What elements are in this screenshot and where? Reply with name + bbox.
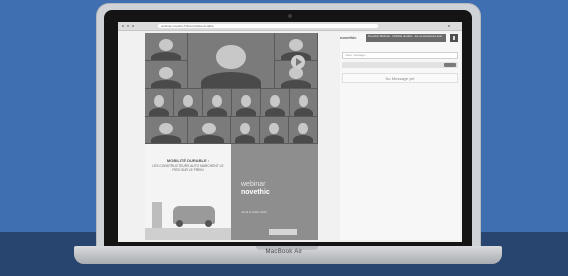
video-tile	[174, 89, 202, 116]
chat-toolbar	[342, 62, 458, 68]
video-tile	[188, 33, 274, 88]
reload-icon[interactable]	[132, 25, 134, 27]
laptop-screen: webinar.novethic.fr/live/mobilite-durabl…	[118, 22, 462, 242]
brand-word-novethic: novethic	[241, 189, 270, 196]
participant-body	[178, 107, 198, 116]
participant-body	[151, 135, 181, 143]
participant-face	[269, 122, 279, 135]
video-tile	[145, 117, 187, 143]
participant-face	[241, 94, 251, 107]
wheel-icon	[176, 220, 183, 227]
play-icon[interactable]	[291, 55, 305, 69]
participant-face	[183, 94, 193, 107]
participant-face	[158, 66, 174, 79]
participant-body	[151, 79, 181, 88]
participant-body	[194, 135, 224, 143]
chat-header-info: Novethic Webinar · Mobilité durable · le…	[366, 34, 446, 42]
participant-body	[293, 135, 313, 143]
participant-body	[149, 107, 169, 116]
partner-logos	[269, 229, 297, 235]
address-bar[interactable]: webinar.novethic.fr/live/mobilite-durabl…	[158, 24, 378, 28]
participant-body	[264, 135, 284, 143]
poster-title: MOBILITÉ DURABLE :	[166, 158, 210, 163]
video-tile	[203, 89, 231, 116]
webinar-illustration: MOBILITÉ DURABLE : LES CONSTRUCTEURS AUT…	[145, 144, 231, 240]
video-tile	[232, 89, 260, 116]
webinar-branding: webinar novethic Jeudi 9 Juillet 2020	[231, 144, 318, 240]
browser-toolbar: webinar.novethic.fr/live/mobilite-durabl…	[118, 22, 462, 31]
participant-face	[212, 94, 222, 107]
video-grid	[145, 33, 318, 144]
participant-body	[265, 107, 285, 116]
video-tile	[188, 117, 230, 143]
participant-face	[154, 94, 164, 107]
participant-body	[281, 79, 311, 88]
video-tile	[231, 117, 259, 143]
main-content: MOBILITÉ DURABLE : LES CONSTRUCTEURS AUT…	[145, 33, 318, 240]
participant-body	[294, 107, 313, 116]
participant-face	[298, 122, 308, 135]
chat-logo: novethic	[340, 35, 357, 40]
participant-face	[270, 94, 280, 107]
camera-icon	[288, 14, 292, 18]
video-tile	[261, 89, 289, 116]
video-tile	[145, 33, 187, 60]
device-brand: MacBook Air	[265, 249, 303, 255]
video-tile	[290, 89, 317, 116]
forward-icon[interactable]	[127, 25, 129, 27]
participant-face	[201, 122, 217, 135]
participant-face	[158, 122, 174, 135]
chat-panel: novethic Novethic Webinar · Mobilité dur…	[340, 33, 460, 240]
back-icon[interactable]	[122, 25, 124, 27]
participant-body	[151, 51, 181, 60]
participant-body	[236, 107, 256, 116]
message-input[interactable]: Votre message...	[342, 52, 458, 59]
video-tile	[145, 89, 173, 116]
participant-face	[216, 45, 246, 70]
menu-icon[interactable]	[448, 25, 450, 27]
poster-subtitle: LES CONSTRUCTEURS AUTO MARCHENT LE PIED …	[152, 164, 224, 172]
video-tile	[289, 117, 317, 143]
participant-face	[298, 94, 309, 107]
video-tile	[145, 61, 187, 88]
participant-body	[200, 71, 262, 88]
road	[145, 228, 231, 240]
video-tile	[260, 117, 288, 143]
wheel-icon	[205, 220, 212, 227]
participant-face	[288, 38, 304, 51]
user-icon[interactable]	[450, 34, 458, 42]
brand-word-webinar: webinar	[241, 181, 266, 188]
charging-station-icon	[152, 202, 162, 228]
participant-face	[158, 38, 174, 51]
event-date: Jeudi 9 Juillet 2020	[241, 210, 267, 214]
send-button[interactable]	[444, 63, 456, 67]
participant-face	[240, 122, 250, 135]
participant-body	[207, 107, 227, 116]
empty-messages: No Message yet	[342, 73, 458, 83]
participant-body	[235, 135, 255, 143]
